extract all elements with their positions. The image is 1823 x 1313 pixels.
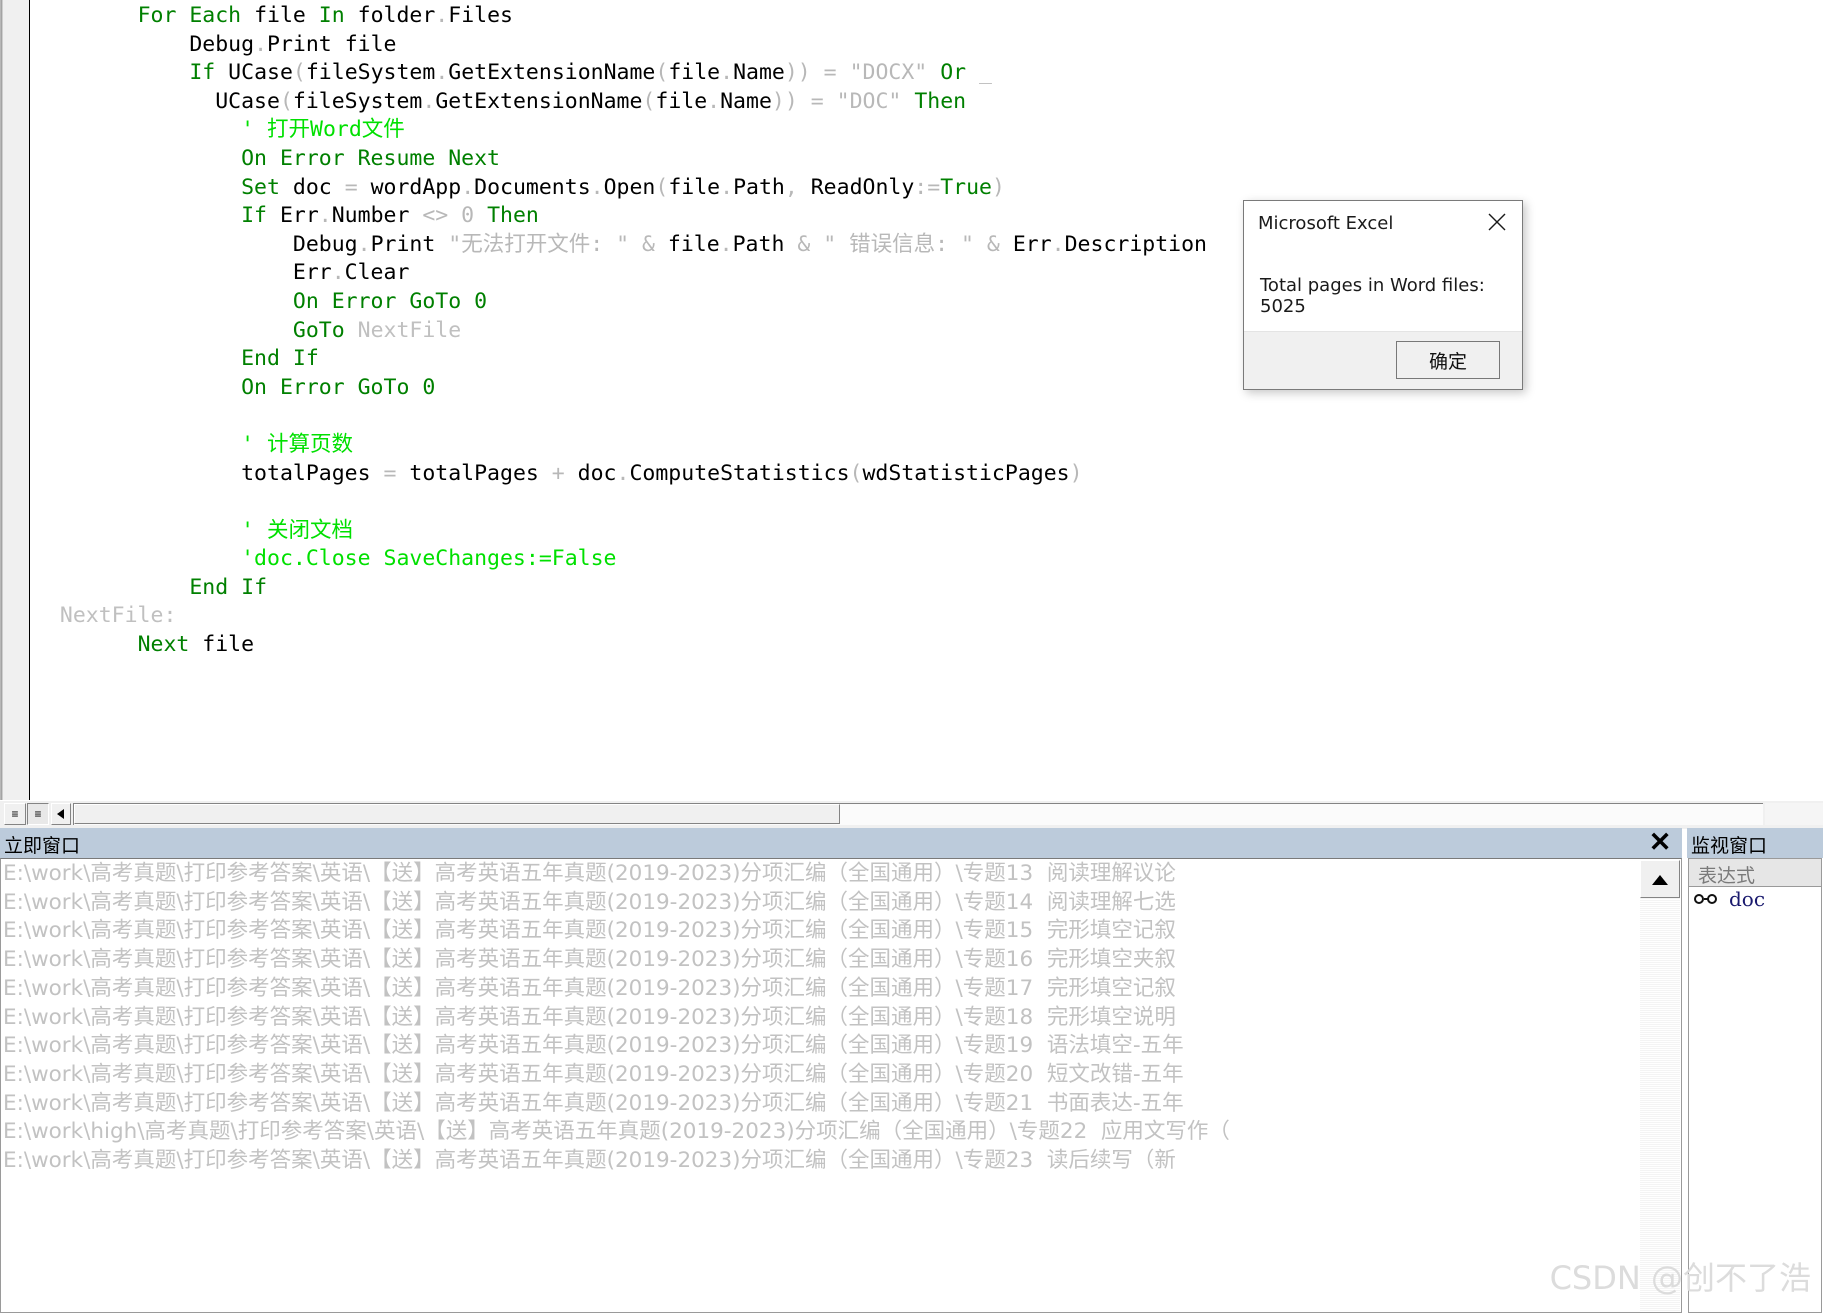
immediate-window-vertical-scrollbar[interactable] [1640, 860, 1680, 1311]
code-line: If UCase(fileSystem.GetExtensionName(fil… [189, 60, 992, 86]
glasses-icon [1694, 894, 1720, 906]
close-icon[interactable]: ✕ [1645, 829, 1675, 857]
watch-expression-value: doc [1729, 887, 1766, 911]
code-line: End If [241, 346, 319, 372]
immediate-window-title: 立即窗口 [4, 835, 81, 857]
immediate-output-line: E:\work\高考真题\打印参考答案\英语\【送】高考英语五年真题(2019-… [3, 861, 1176, 886]
immediate-output-line: E:\work\high\高考真题\打印参考答案\英语\【送】高考英语五年真题(… [3, 1119, 1230, 1145]
watch-window-body[interactable]: 表达式 doc [1688, 858, 1822, 1313]
dialog-message: Total pages in Word files: 5025 [1260, 275, 1485, 317]
code-line: Debug.Print file [34, 31, 397, 57]
immediate-output-line: E:\work\高考真题\打印参考答案\英语\【送】高考英语五年真题(2019-… [3, 1061, 1184, 1087]
immediate-window-titlebar[interactable]: 立即窗口 ✕ [0, 828, 1682, 858]
immediate-window[interactable]: 立即窗口 ✕ E:\work\高考真题\打印参考答案\英语\【送】高考英语五年真… [0, 828, 1682, 1313]
code-horizontal-scrollbar[interactable]: ≡ ≡ [0, 800, 1823, 829]
code-line: 'doc.Close SaveChanges:=False [241, 546, 617, 572]
code-line: NextFile: [59, 603, 177, 629]
immediate-window-body[interactable]: E:\work\高考真题\打印参考答案\英语\【送】高考英语五年真题(2019-… [0, 858, 1682, 1313]
code-line: On Error GoTo 0 [241, 374, 436, 400]
dialog-title: Microsoft Excel [1258, 213, 1394, 234]
hscroll-left-arrow[interactable] [51, 803, 71, 825]
code-line: On Error GoTo 0 [292, 288, 488, 314]
code-line: ' 打开Word文件 [241, 117, 405, 143]
code-line: UCase(fileSystem.GetExtensionName(file.N… [34, 88, 967, 114]
code-line: Err.Clear [34, 260, 410, 286]
immediate-output-line: E:\work\高考真题\打印参考答案\英语\【送】高考英语五年真题(2019-… [3, 918, 1176, 944]
dialog-footer: 确定 [1244, 331, 1522, 389]
full-module-view-button[interactable]: ≡ [27, 803, 49, 825]
hscroll-track[interactable] [73, 803, 1763, 825]
code-line: Set doc = wordApp.Documents.Open(file.Pa… [241, 174, 1005, 200]
code-editor-pane[interactable]: For Each file In folder.Files Debug.Prin… [0, 0, 1823, 800]
watch-window-titlebar[interactable]: 监视窗口 [1687, 828, 1823, 858]
procedure-view-button[interactable]: ≡ [4, 803, 26, 825]
close-icon[interactable] [1484, 209, 1512, 237]
code-line: ' 计算页数 [241, 431, 353, 457]
excel-message-dialog[interactable]: Microsoft Excel Total pages in Word file… [1243, 200, 1523, 390]
hscroll-tail [1765, 803, 1823, 825]
watch-window[interactable]: 监视窗口 表达式 doc [1687, 828, 1823, 1313]
up-arrow-icon [1652, 875, 1668, 885]
watch-window-title: 监视窗口 [1691, 835, 1768, 857]
watch-window-header-row: 表达式 [1689, 859, 1821, 887]
code-line: GoTo NextFile [292, 317, 462, 343]
immediate-window-output: E:\work\高考真题\打印参考答案\英语\【送】高考英语五年真题(2019-… [3, 860, 1637, 1176]
scroll-up-button[interactable] [1640, 860, 1680, 898]
immediate-output-line: E:\work\高考真题\打印参考答案\英语\【送】高考英语五年真题(2019-… [3, 975, 1176, 1001]
immediate-output-line: E:\work\高考真题\打印参考答案\英语\【送】高考英语五年真题(2019-… [3, 947, 1176, 973]
code-line: If Err.Number <> 0 Then [241, 203, 539, 229]
immediate-output-line: E:\work\高考真题\打印参考答案\英语\【送】高考英语五年真题(2019-… [3, 1004, 1176, 1030]
immediate-output-line: E:\work\高考真题\打印参考答案\英语\【送】高考英语五年真题(2019-… [3, 889, 1176, 915]
code-line: Debug.Print "无法打开文件: " & file.Path & " 错… [34, 231, 1207, 257]
watch-column-expression: 表达式 [1698, 865, 1756, 887]
code-text-area[interactable]: For Each file In folder.Files Debug.Prin… [34, 0, 1823, 660]
left-arrow-icon [57, 809, 64, 819]
code-line: On Error Resume Next [241, 145, 500, 171]
code-line: ' 关闭文档 [241, 517, 353, 543]
immediate-output-line: E:\work\高考真题\打印参考答案\英语\【送】高考英语五年真题(2019-… [3, 1148, 1176, 1174]
margin-indicator-bar[interactable] [0, 0, 30, 800]
immediate-output-line: E:\work\高考真题\打印参考答案\英语\【送】高考英语五年真题(2019-… [3, 1090, 1184, 1116]
code-line: totalPages = totalPages + doc.ComputeSta… [34, 460, 1083, 486]
watch-row[interactable]: doc [1689, 887, 1821, 913]
code-line: End If [189, 574, 268, 600]
immediate-output-line: E:\work\高考真题\打印参考答案\英语\【送】高考英语五年真题(2019-… [3, 1033, 1184, 1059]
hscroll-thumb[interactable] [74, 804, 840, 824]
code-line: Next file [137, 632, 255, 658]
ok-button[interactable]: 确定 [1396, 341, 1500, 379]
code-line: For Each file In folder.Files [137, 3, 513, 28]
scrollbar-track[interactable] [1640, 898, 1680, 1311]
